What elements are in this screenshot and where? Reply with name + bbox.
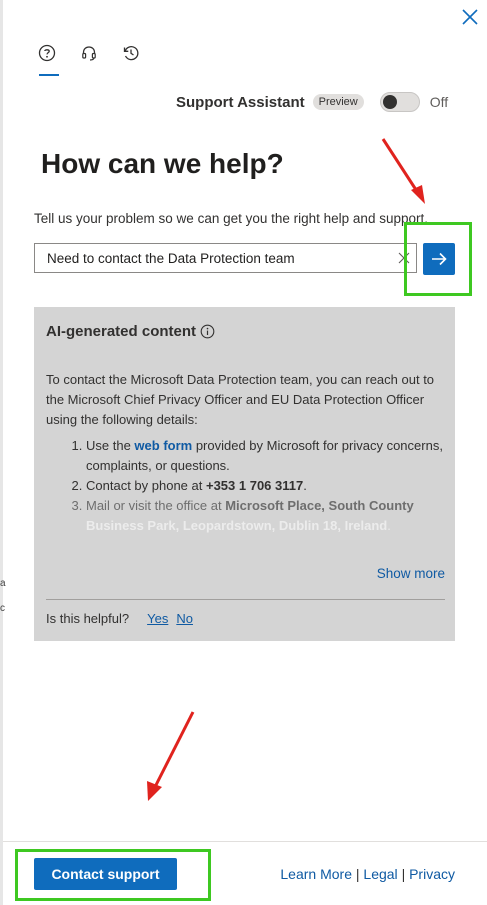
problem-input[interactable]	[35, 250, 392, 266]
support-assistant-toggle[interactable]	[379, 92, 420, 112]
close-button[interactable]	[457, 4, 483, 30]
toggle-knob	[382, 95, 397, 109]
feedback-row: Is this helpful? Yes No	[46, 611, 193, 626]
edge-mark: c	[0, 603, 5, 614]
submit-button[interactable]	[423, 243, 455, 275]
ai-content-title: AI-generated content	[46, 323, 197, 340]
footer-divider	[3, 841, 487, 842]
annotation-arrow-bottom	[147, 711, 195, 801]
tab-bar	[34, 40, 144, 76]
legal-link[interactable]: Legal	[363, 866, 397, 882]
list-item: Contact by phone at +353 1 706 3117.	[86, 476, 443, 496]
footer-separator: |	[355, 866, 360, 882]
tab-help[interactable]	[34, 40, 60, 76]
clear-icon	[398, 252, 410, 264]
tab-contact[interactable]	[76, 40, 102, 72]
support-assistant-row: Support Assistant Preview Off	[176, 92, 448, 112]
divider	[46, 599, 445, 600]
list-item: Mail or visit the office at Microsoft Pl…	[86, 496, 443, 536]
tab-history[interactable]	[118, 40, 144, 72]
office-address-faded: Business Park, Leopardstown, Dublin 18, …	[86, 518, 388, 533]
phone-number: +353 1 706 3117	[205, 478, 304, 493]
problem-search-box	[34, 243, 417, 273]
ai-steps-list: Use the web form provided by Microsoft f…	[46, 436, 443, 536]
instructions-text: Tell us your problem so we can get you t…	[34, 211, 428, 226]
arrow-right-icon	[432, 252, 447, 266]
privacy-link[interactable]: Privacy	[409, 866, 455, 882]
left-window-edge	[0, 0, 3, 905]
feedback-yes-link[interactable]: Yes	[147, 611, 168, 626]
ai-intro-text: To contact the Microsoft Data Protection…	[46, 372, 435, 427]
annotation-arrow-top	[381, 138, 425, 204]
info-icon[interactable]	[200, 324, 215, 339]
history-icon	[123, 46, 139, 61]
preview-badge: Preview	[312, 94, 364, 110]
ai-content-panel: AI-generated content To contact the Micr…	[34, 307, 455, 641]
web-form-link[interactable]: web form	[134, 438, 192, 453]
list-item: Use the web form provided by Microsoft f…	[86, 436, 443, 476]
help-circle-icon	[38, 44, 56, 62]
show-more-link[interactable]: Show more	[377, 566, 445, 581]
page-title: How can we help?	[41, 148, 284, 179]
support-assistant-label: Support Assistant	[176, 93, 305, 111]
edge-mark: a	[0, 578, 6, 589]
feedback-no-link[interactable]: No	[176, 611, 193, 626]
close-icon	[462, 9, 478, 25]
office-address: Microsoft Place, South County	[225, 498, 414, 513]
learn-more-link[interactable]: Learn More	[280, 866, 352, 882]
headset-icon	[82, 46, 96, 61]
footer-separator: |	[401, 866, 406, 882]
toggle-state-label: Off	[429, 94, 449, 110]
footer-links: Learn More | Legal | Privacy	[280, 866, 455, 882]
contact-support-button[interactable]: Contact support	[34, 858, 177, 890]
clear-button[interactable]	[392, 244, 416, 272]
helpful-question: Is this helpful?	[46, 611, 130, 626]
